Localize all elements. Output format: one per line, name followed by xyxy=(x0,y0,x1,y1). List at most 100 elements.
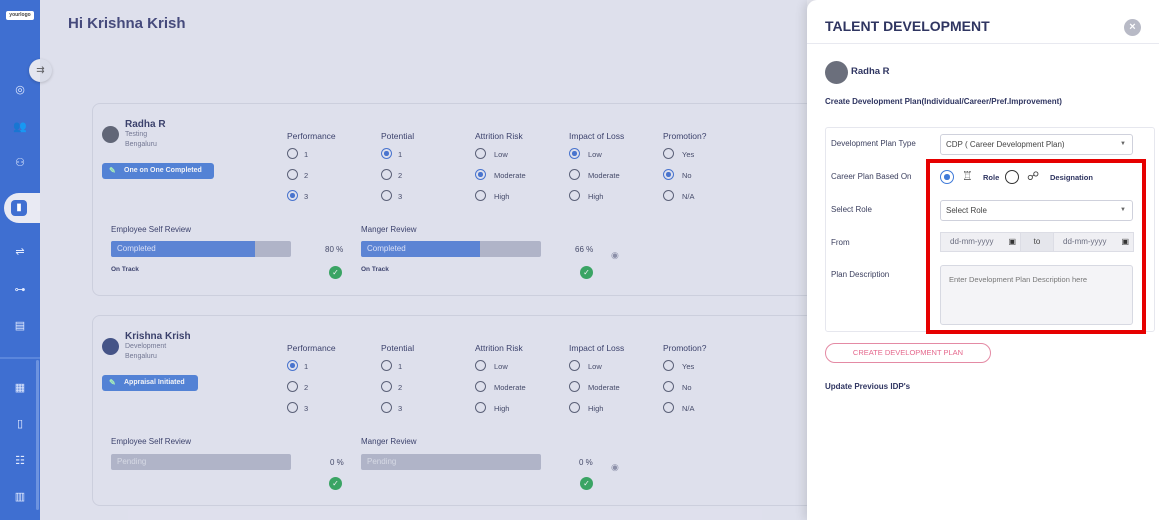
page-greeting: Hi Krishna Krish xyxy=(68,15,186,32)
performance-radio-2[interactable] xyxy=(287,169,298,180)
impact-radio-low[interactable] xyxy=(569,148,580,159)
manager-review-label: Manger Review xyxy=(361,437,417,446)
employee-location: Bengaluru xyxy=(125,141,157,148)
self-review-label: Employee Self Review xyxy=(111,437,192,446)
progress-status: Completed xyxy=(367,244,406,253)
self-review-label: Employee Self Review xyxy=(111,225,192,234)
promotion-radio-na[interactable] xyxy=(663,402,674,413)
team-icon[interactable]: 👥 xyxy=(12,119,28,135)
manager-review-progress: Pending xyxy=(361,454,541,470)
manager-review-percent: 66 % xyxy=(575,245,594,254)
promotion-radio-no[interactable] xyxy=(663,169,674,180)
employee-name: Radha R xyxy=(851,66,890,77)
option-label: 3 xyxy=(398,404,403,413)
attrition-radio-high[interactable] xyxy=(475,402,486,413)
performance-radio-2[interactable] xyxy=(287,381,298,392)
attrition-radio-high[interactable] xyxy=(475,190,486,201)
promotion-header: Promotion? xyxy=(663,131,707,141)
option-label: High xyxy=(494,192,510,201)
impact-radio-moderate[interactable] xyxy=(569,169,580,180)
employee-department: Testing xyxy=(125,131,148,138)
employee-name: Krishna Krish xyxy=(125,331,191,342)
potential-radio-3[interactable] xyxy=(381,402,392,413)
users-icon[interactable]: ☷ xyxy=(12,453,28,469)
org-icon[interactable]: ⚇ xyxy=(12,155,28,171)
option-label: Low xyxy=(494,362,508,371)
status-badge[interactable]: ✎ One on One Completed xyxy=(102,163,214,179)
option-label: High xyxy=(588,192,604,201)
option-label: No xyxy=(682,171,692,180)
attrition-radio-moderate[interactable] xyxy=(475,169,486,180)
sidebar-collapse-button[interactable]: ⇉ xyxy=(29,59,52,82)
sidebar-active-item[interactable]: ▮ xyxy=(4,193,44,223)
dashboard-icon[interactable]: ◎ xyxy=(12,82,28,98)
close-icon[interactable]: × xyxy=(1124,19,1141,36)
promotion-radio-no[interactable] xyxy=(663,381,674,392)
potential-radio-1[interactable] xyxy=(381,360,392,371)
performance-radio-3[interactable] xyxy=(287,190,298,201)
attrition-risk-header: Attrition Risk xyxy=(475,131,523,141)
impact-of-loss-header: Impact of Loss xyxy=(569,131,625,141)
potential-header: Potential xyxy=(381,131,415,141)
app-logo: yourlogo xyxy=(6,11,34,20)
performance-radio-3[interactable] xyxy=(287,402,298,413)
plan-type-select[interactable]: CDP ( Career Development Plan) ▼ xyxy=(940,134,1133,155)
attrition-radio-moderate[interactable] xyxy=(475,381,486,392)
performance-radio-1[interactable] xyxy=(287,148,298,159)
check-icon: ✓ xyxy=(329,266,342,279)
option-label: Moderate xyxy=(588,171,620,180)
performance-radio-1[interactable] xyxy=(287,360,298,371)
employee-card: Radha R Testing Bengaluru ✎ One on One C… xyxy=(92,103,822,296)
manager-review-progress: Completed xyxy=(361,241,541,257)
promotion-radio-yes[interactable] xyxy=(663,360,674,371)
status-badge[interactable]: ✎ Appraisal Initiated xyxy=(102,375,198,391)
report-icon[interactable]: ▦ xyxy=(12,380,28,396)
option-label: 2 xyxy=(304,171,309,180)
employee-card: Krishna Krish Development Bengaluru ✎ Ap… xyxy=(92,315,822,506)
impact-radio-low[interactable] xyxy=(569,360,580,371)
employee-location: Bengaluru xyxy=(125,353,157,360)
potential-radio-2[interactable] xyxy=(381,381,392,392)
attrition-radio-low[interactable] xyxy=(475,360,486,371)
promotion-radio-yes[interactable] xyxy=(663,148,674,159)
option-label: 1 xyxy=(398,362,403,371)
option-label: Yes xyxy=(682,150,695,159)
career-plan-based-label: Career Plan Based On xyxy=(831,172,912,181)
self-review-track: On Track xyxy=(111,266,139,273)
plan-type-label: Development Plan Type xyxy=(831,139,916,148)
option-label: Yes xyxy=(682,362,695,371)
manager-review-track: On Track xyxy=(361,266,389,273)
option-label: 3 xyxy=(304,404,309,413)
book-icon: ▮ xyxy=(11,200,27,216)
impact-radio-high[interactable] xyxy=(569,190,580,201)
check-icon: ✓ xyxy=(580,266,593,279)
option-label: 1 xyxy=(398,150,403,159)
drawer-title: TALENT DEVELOPMENT xyxy=(825,18,990,34)
from-label: From xyxy=(831,238,850,247)
promotion-header: Promotion? xyxy=(663,343,707,353)
eye-icon[interactable]: ◉ xyxy=(611,250,619,261)
potential-radio-1[interactable] xyxy=(381,148,392,159)
progress-status: Pending xyxy=(117,457,147,466)
option-label: 1 xyxy=(304,362,309,371)
manager-review-percent: 0 % xyxy=(579,458,593,467)
book-open-icon[interactable]: ▯ xyxy=(12,416,28,432)
promotion-radio-na[interactable] xyxy=(663,190,674,201)
plan-description-label: Plan Description xyxy=(831,270,890,279)
eye-icon[interactable]: ◉ xyxy=(611,462,619,473)
attrition-radio-low[interactable] xyxy=(475,148,486,159)
analytics-icon[interactable]: ▥ xyxy=(12,489,28,505)
potential-radio-3[interactable] xyxy=(381,190,392,201)
employee-department: Development xyxy=(125,343,167,350)
status-text: Appraisal Initiated xyxy=(124,379,185,386)
impact-radio-moderate[interactable] xyxy=(569,381,580,392)
potential-radio-2[interactable] xyxy=(381,169,392,180)
option-label: 3 xyxy=(304,192,309,201)
create-development-plan-button[interactable]: CREATE DEVELOPMENT PLAN xyxy=(825,343,991,363)
handshake-icon[interactable]: ⇌ xyxy=(12,244,28,260)
document-icon[interactable]: ▤ xyxy=(12,318,28,334)
impact-radio-high[interactable] xyxy=(569,402,580,413)
option-label: 2 xyxy=(304,383,309,392)
sidebar-scrollbar[interactable] xyxy=(36,360,39,510)
hierarchy-icon[interactable]: ⊶ xyxy=(12,282,28,298)
